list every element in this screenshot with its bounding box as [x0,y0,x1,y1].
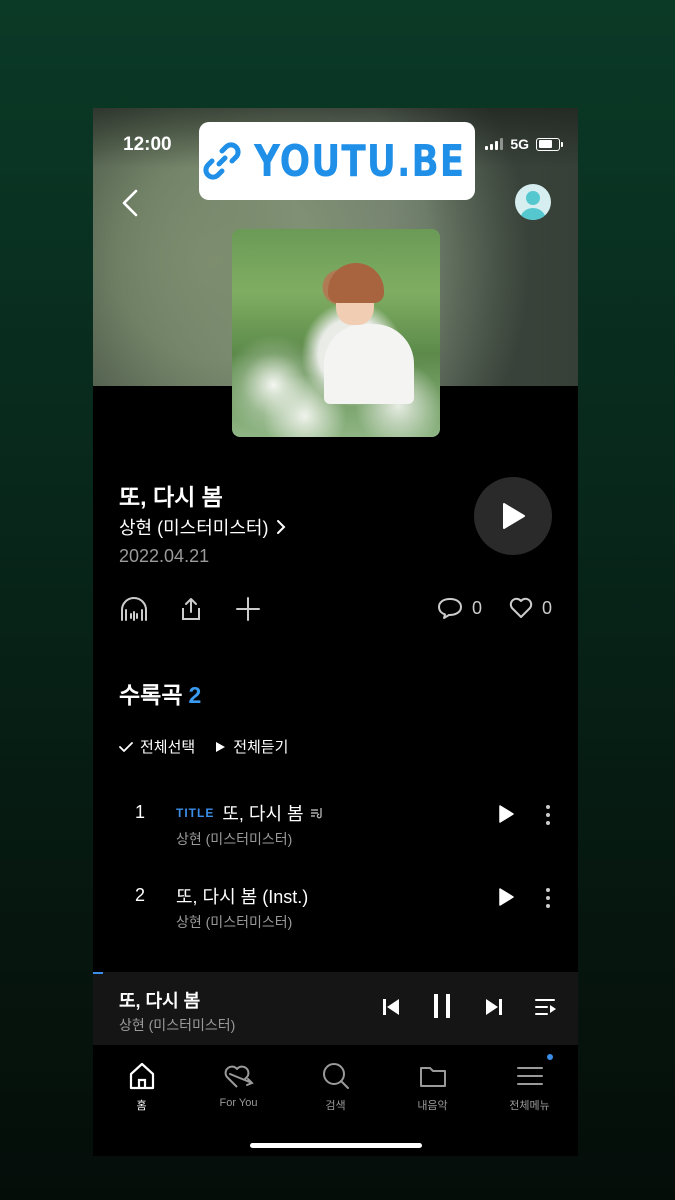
tracklist-heading: 수록곡 2 [119,676,201,710]
network-label: 5G [510,136,529,152]
link-sticker[interactable]: YOUTU.BE [199,122,475,200]
play-all-button[interactable]: 전체듣기 [215,736,288,757]
status-time: 12:00 [123,134,172,155]
tab-my-music[interactable]: 내음악 [384,1059,481,1113]
track-title-row: TITLE 또, 다시 봄 [176,800,324,826]
album-cover [232,229,440,437]
headphones-icon[interactable] [119,596,149,622]
album-artist-link[interactable]: 상현 (미스터미스터) [119,514,286,540]
battery-icon [536,137,563,151]
tab-label: 홈 [136,1100,147,1112]
tracklist-heading-label: 수록곡 [119,682,183,708]
notification-dot [547,1054,553,1060]
play-all-label: 전체듣기 [233,739,289,756]
play-icon [503,503,525,529]
bottom-tab-bar: 홈 For You 검색 내음악 전체메뉴 [93,1045,578,1156]
playlist-icon[interactable] [534,996,558,1018]
track-count: 2 [188,682,202,708]
link-icon [203,142,241,180]
album-title: 또, 다시 봄 [119,484,223,510]
tab-for-you[interactable]: For You [190,1059,287,1109]
track-row[interactable]: 1 TITLE 또, 다시 봄 상현 (미스터미스터) [93,796,578,856]
comment-icon[interactable] [436,596,464,620]
home-indicator[interactable] [250,1143,422,1148]
share-icon[interactable] [178,596,204,622]
play-album-button[interactable] [474,477,552,555]
like-count: 0 [541,597,552,618]
search-icon [322,1063,349,1089]
album-actions: 0 0 [119,596,552,626]
track-title: 또, 다시 봄 (Inst.) [176,887,309,907]
album-artist: 상현 (미스터미스터) [119,518,269,538]
mini-player[interactable]: 또, 다시 봄 상현 (미스터미스터) [93,972,578,1045]
play-icon [216,741,226,752]
tab-menu[interactable]: 전체메뉴 [481,1059,578,1113]
home-icon [129,1062,154,1090]
comment-count: 0 [471,597,482,618]
title-badge: TITLE [176,806,215,820]
tab-home[interactable]: 홈 [93,1059,190,1113]
tab-search[interactable]: 검색 [287,1059,384,1113]
avatar[interactable] [515,184,551,220]
check-icon [119,741,133,752]
profile-icon [520,191,546,220]
track-number: 2 [135,885,146,905]
lyrics-icon [310,808,322,819]
menu-icon [516,1067,543,1085]
select-all-label: 전체선택 [140,739,196,756]
heart-arrow-icon [224,1065,254,1088]
more-options-icon[interactable] [544,804,552,826]
track-artist: 상현 (미스터미스터) [176,914,293,930]
tab-label: 내음악 [417,1100,448,1112]
more-options-icon[interactable] [544,887,552,909]
track-artist: 상현 (미스터미스터) [176,831,293,847]
next-icon[interactable] [484,996,504,1018]
pause-icon[interactable] [431,992,453,1020]
link-sticker-text: YOUTU.BE [254,135,466,187]
tab-label: 전체메뉴 [509,1100,550,1112]
play-track-icon[interactable] [497,804,515,824]
track-title: 또, 다시 봄 [222,804,304,824]
heart-icon[interactable] [508,596,534,620]
tab-label: 검색 [325,1100,346,1112]
chevron-left-icon[interactable] [119,188,143,218]
chevron-right-icon [277,520,286,534]
track-number: 1 [135,802,146,822]
play-track-icon[interactable] [497,887,515,907]
previous-icon[interactable] [381,996,401,1018]
now-playing-artist: 상현 (미스터미스터) [119,1017,236,1033]
track-title-row: 또, 다시 봄 (Inst.) [176,883,308,909]
track-row[interactable]: 2 또, 다시 봄 (Inst.) 상현 (미스터미스터) [93,879,578,939]
folder-icon [419,1067,446,1087]
add-icon[interactable] [235,596,261,622]
tracklist-controls: 전체선택 전체듣기 [119,736,288,757]
app-screen: 12:00 5G YOUTU.BE 또, 다시 봄 상현 (미스터미스터) 20… [93,108,578,1156]
reactions: 0 0 [436,596,552,620]
tab-label: For You [219,1097,258,1109]
release-date: 2022.04.21 [119,546,210,566]
playback-progress [93,972,103,974]
select-all-button[interactable]: 전체선택 [119,736,195,757]
status-indicators: 5G [485,136,563,152]
signal-icon [485,138,504,150]
now-playing-title: 또, 다시 봄 [119,991,201,1011]
